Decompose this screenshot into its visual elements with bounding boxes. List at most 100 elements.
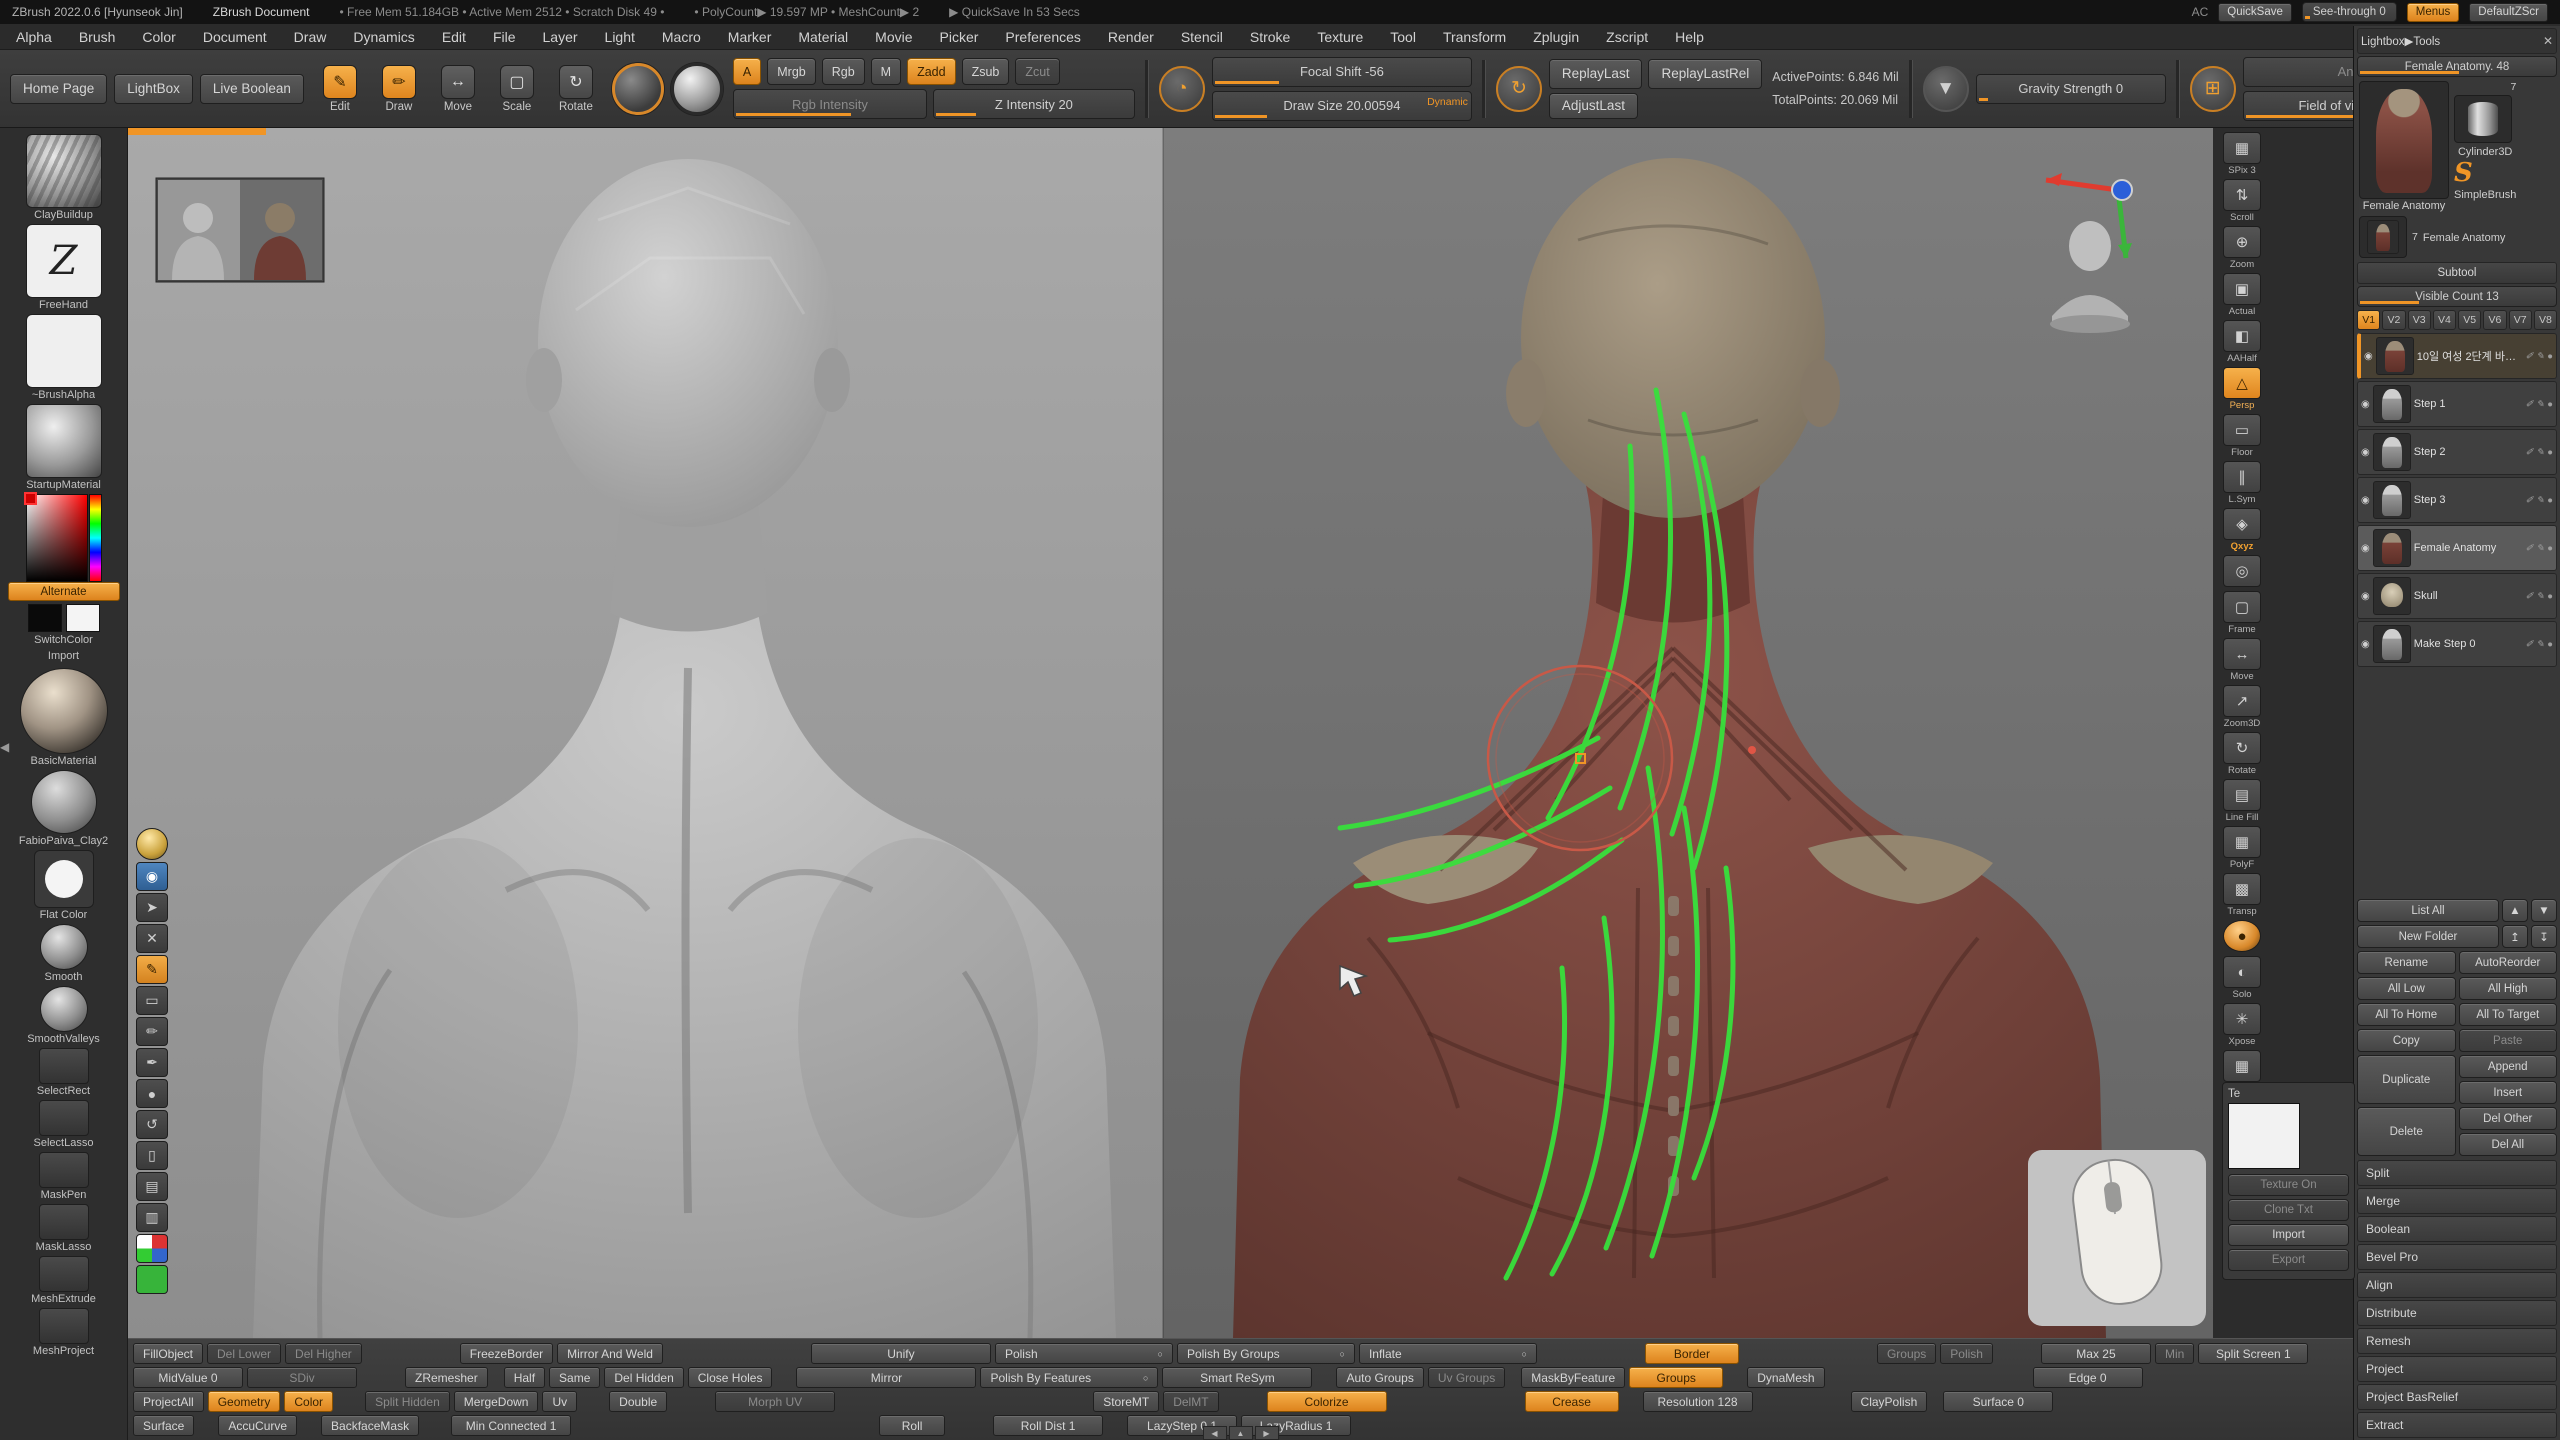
bottom-button[interactable]: Del Hidden [604,1367,683,1388]
palette-tool[interactable] [136,1234,168,1263]
bottom-button[interactable]: Roll [879,1415,945,1436]
brush-maskpen[interactable]: MaskPen [19,1152,108,1201]
pencil-tool[interactable]: ✏ [136,1017,168,1046]
subtool-row[interactable]: ◉ 10일 여성 2단계 바디 거상 - 하체 ✐ ✎ ● [2357,333,2557,379]
menu-item[interactable]: Document [203,29,267,45]
menu-item[interactable]: Edit [442,29,466,45]
visibility-tab[interactable]: V1 [2357,310,2380,330]
paintbrush-icon[interactable]: ✐ [2525,351,2533,362]
bottom-button[interactable]: StoreMT [1093,1391,1159,1412]
main-color-swatch[interactable] [28,604,62,632]
eye-icon[interactable]: ◉ [2361,639,2370,650]
subtool-row[interactable]: ◉ Skull ✐ ✎ ● [2357,573,2557,619]
menu-item[interactable]: Picker [940,29,979,45]
visibility-tab[interactable]: V3 [2408,310,2431,330]
section-header-button[interactable]: Bevel Pro [2357,1244,2557,1270]
list-all-button[interactable]: List All [2357,899,2499,922]
bottom-button[interactable] [1541,1343,1641,1364]
subtool-action-button[interactable]: All High [2459,977,2558,1000]
menu-item[interactable]: Dynamics [353,29,414,45]
bottom-button[interactable]: Polish By Features [980,1367,1158,1388]
dynamic-badge[interactable]: Dynamic [1427,96,1468,108]
focal-shift-icon[interactable]: ◔ [1159,66,1205,112]
visibility-tab[interactable]: V5 [2458,310,2481,330]
saturation-square[interactable] [26,494,88,582]
mrgb-chip[interactable]: Mrgb [767,58,815,85]
bottom-button[interactable]: Max 25 [2041,1343,2151,1364]
bottom-button[interactable] [337,1391,361,1412]
visibility-tab[interactable]: V6 [2483,310,2506,330]
switchcolor-button[interactable]: SwitchColor [34,634,93,646]
bottom-button[interactable]: Mirror And Weld [557,1343,663,1364]
move-mode-button[interactable]: ↔ Move [432,65,484,113]
dot-icon[interactable]: ● [2547,447,2553,458]
bottom-button[interactable]: Del Lower [207,1343,281,1364]
section-header-button[interactable]: Distribute [2357,1300,2557,1326]
bottom-button[interactable] [492,1367,500,1388]
subtool-row[interactable]: ◉ Female Anatomy ✐ ✎ ● [2357,525,2557,571]
bottom-button[interactable] [1107,1415,1123,1436]
bottom-button[interactable] [776,1367,792,1388]
material-startup[interactable]: StartupMaterial [26,404,102,491]
bottom-button[interactable]: ClayPolish [1851,1391,1928,1412]
subtool-action-button[interactable]: All Low [2357,977,2456,1000]
subtool-row[interactable]: ◉ Step 3 ✐ ✎ ● [2357,477,2557,523]
paintbrush-icon[interactable]: ✐ [2525,591,2533,602]
visible-count-slider[interactable]: Visible Count 13 [2357,286,2557,307]
dot-icon[interactable]: ● [2547,591,2553,602]
secondary-color-swatch[interactable] [66,604,100,632]
solo-button[interactable]: ◐ Solo [2220,956,2264,1000]
grid-button[interactable]: ▦ [2220,1050,2264,1083]
subtool-action-button[interactable]: Rename [2357,951,2456,974]
brush-meshproject[interactable]: MeshProject [19,1308,108,1357]
bottom-button[interactable]: DelMT [1163,1391,1218,1412]
aahalf-button[interactable]: ◧ AAHalf [2220,320,2264,364]
second-tool-thumbnail[interactable] [2359,216,2407,258]
texture-on-button[interactable]: Texture On [2228,1174,2349,1196]
subtool-action-button[interactable]: Del All [2459,1133,2558,1156]
paintbrush-icon[interactable]: ✐ [2525,543,2533,554]
alpha-brushalpha[interactable]: ~BrushAlpha [26,314,102,401]
eye-icon[interactable]: ◉ [2361,591,2370,602]
menu-item[interactable]: Light [605,29,635,45]
bottom-button[interactable] [366,1343,456,1364]
brush-meshextrude[interactable]: MeshExtrude [19,1256,108,1305]
current-tool-slider[interactable]: Female Anatomy. 48 [2357,56,2557,77]
scroll-left-icon[interactable]: ◀ [1203,1426,1227,1440]
menu-item[interactable]: Preferences [1005,29,1080,45]
eye-icon[interactable]: ◉ [2364,351,2373,362]
bottom-button[interactable]: Close Holes [688,1367,773,1388]
brush-claybuildup[interactable]: ClayBuildup [26,134,102,221]
gravity-icon[interactable]: ▼ [1923,66,1969,112]
brush-selectrect[interactable]: SelectRect [19,1048,108,1097]
section-header-button[interactable]: Project BasRelief [2357,1384,2557,1410]
collapse-left-tray-icon[interactable]: ◀ [0,740,9,754]
document-canvas[interactable]: ◉➤✕✎▭✏✒●↺▯▤▥ [128,128,2213,1338]
subtool-action-button[interactable]: AutoReorder [2459,951,2558,974]
bottom-button[interactable]: Edge 0 [2033,1367,2143,1388]
move-view-button[interactable]: ↔ Move [2220,638,2264,682]
menu-item[interactable]: Render [1108,29,1154,45]
subtool-section-header[interactable]: Subtool [2357,262,2557,284]
trash-tool[interactable]: ▯ [136,1141,168,1170]
visibility-tab[interactable]: V7 [2509,310,2532,330]
bottom-button[interactable]: Groups [1877,1343,1936,1364]
bottom-button[interactable]: Min Connected 1 [451,1415,571,1436]
zoom3d-button[interactable]: ↗ Zoom3D [2220,685,2264,729]
current-tool-thumbnail[interactable] [2359,81,2449,199]
bottom-button[interactable]: MaskByFeature [1521,1367,1625,1388]
brush-masklasso[interactable]: MaskLasso [19,1204,108,1253]
section-header-button[interactable]: Extract [2357,1412,2557,1438]
scroll-up-icon[interactable]: ▲ [1229,1426,1253,1440]
actual-button[interactable]: ▣ Actual [2220,273,2264,317]
material-fabiopaiva-clay2[interactable]: FabioPaiva_Clay2 [19,770,108,847]
section-header-button[interactable]: Project [2357,1356,2557,1382]
subtool-action-button[interactable]: All To Target [2459,1003,2558,1026]
color-swatch-tool[interactable] [136,1265,168,1294]
section-header-button[interactable]: Align [2357,1272,2557,1298]
bottom-button[interactable] [671,1391,711,1412]
crease-border-button[interactable]: Border [1645,1343,1739,1364]
eye-icon[interactable]: ◉ [2361,495,2370,506]
dot-icon[interactable]: ● [2547,351,2553,362]
dot-icon[interactable]: ● [2547,495,2553,506]
